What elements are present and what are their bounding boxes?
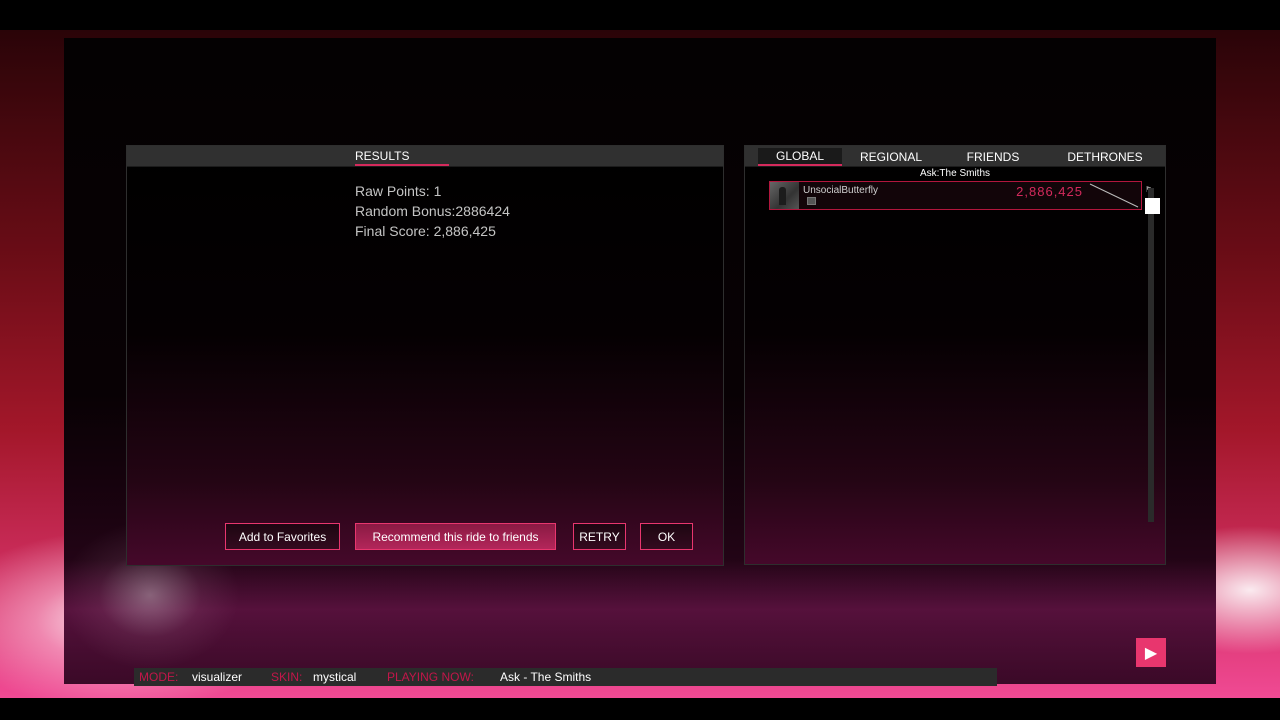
song-heading: Ask:The Smiths <box>919 168 991 179</box>
tab-regional[interactable]: REGIONAL <box>849 148 933 166</box>
tab-friends[interactable]: FRIENDS <box>951 148 1035 166</box>
scrollbar-thumb[interactable] <box>1145 198 1160 214</box>
trend-line-icon <box>1089 183 1139 208</box>
random-bonus: Random Bonus:2886424 <box>355 203 510 219</box>
recommend-ride-button[interactable]: Recommend this ride to friends <box>355 523 556 550</box>
mode-value: visualizer <box>192 670 243 684</box>
retry-button[interactable]: RETRY <box>573 523 626 550</box>
leaderboard-panel: GLOBAL REGIONAL FRIENDS DETHRONES Ask:Th… <box>744 145 1166 565</box>
ok-button[interactable]: OK <box>640 523 693 550</box>
leaderboard-row[interactable]: UnsocialButterfly 2,886,425 <box>769 181 1142 210</box>
leaderboard-score: 2,886,425 <box>1016 184 1083 199</box>
skin-label: SKIN: <box>271 670 303 684</box>
leaderboard-username: UnsocialButterfly <box>803 185 879 196</box>
tab-dethrones[interactable]: DETHRONES <box>1061 148 1149 166</box>
tab-global[interactable]: GLOBAL <box>758 148 842 166</box>
leaderboard-scrollbar[interactable] <box>1148 188 1154 522</box>
status-bar: MODE: visualizer SKIN: mystical PLAYING … <box>134 668 997 686</box>
avatar-icon <box>770 182 799 209</box>
play-button[interactable]: ▶ <box>1136 638 1166 667</box>
add-to-favorites-button[interactable]: Add to Favorites <box>225 523 340 550</box>
playing-now-value: Ask - The Smiths <box>500 670 592 684</box>
results-panel: RESULTS Raw Points: 1 Random Bonus:28864… <box>126 145 724 566</box>
mode-label: MODE: <box>139 670 179 684</box>
final-score: Final Score: 2,886,425 <box>355 223 496 239</box>
playing-now-label: PLAYING NOW: <box>387 670 474 684</box>
skin-value: mystical <box>313 670 357 684</box>
badge-icon <box>807 197 816 205</box>
results-title: RESULTS <box>355 149 449 166</box>
leaderboard-tabs: GLOBAL REGIONAL FRIENDS DETHRONES <box>745 146 1165 167</box>
raw-points: Raw Points: 1 <box>355 183 442 199</box>
play-icon: ▶ <box>1144 644 1158 662</box>
results-header: RESULTS <box>127 146 723 167</box>
